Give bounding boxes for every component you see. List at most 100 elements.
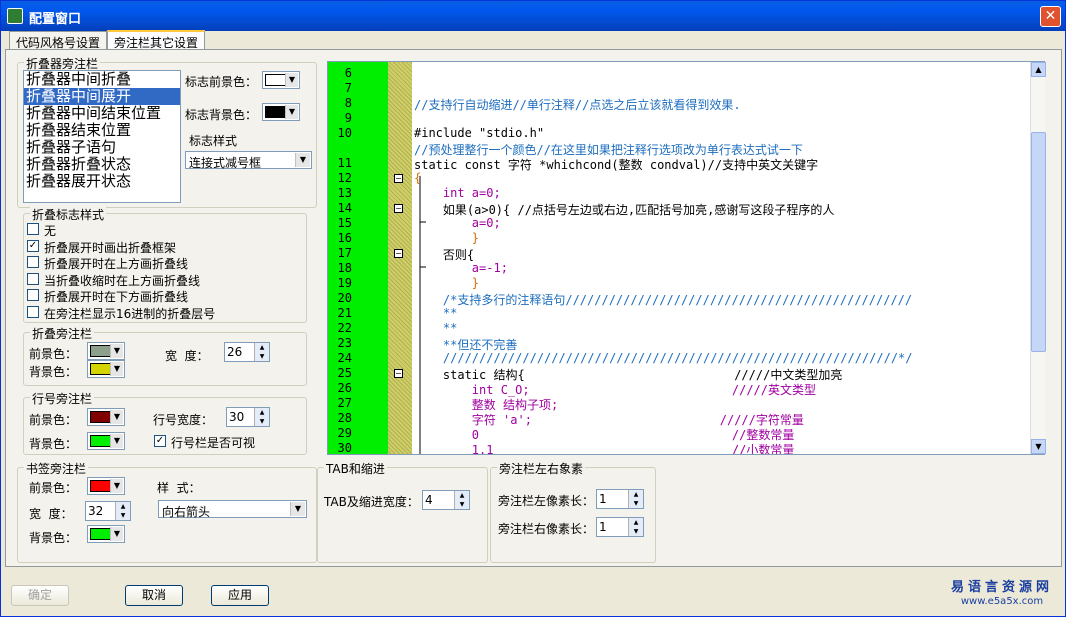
code-preview-editor[interactable]: 6 7 8 //支持行自动缩进//单行注释//点选之后立该就看得到效果. 9 10 #inc… — [327, 61, 1045, 455]
group-title: 书签旁注栏 — [24, 460, 89, 477]
line-visible-checkbox[interactable]: ✓ 行号栏是否可视 — [154, 433, 274, 450]
checkbox-icon — [27, 289, 39, 302]
ok-button[interactable]: 确定 — [11, 585, 69, 606]
fold-bg-color-picker[interactable]: ▼ — [87, 360, 125, 378]
tab-margin-settings[interactable]: 旁注栏其它设置 — [107, 30, 205, 51]
tab-width-stepper[interactable]: 4 ▲ ▼ — [422, 490, 470, 510]
fold-collapse-icon[interactable]: − — [394, 174, 403, 183]
line-bg-label: 背景色： — [29, 437, 78, 451]
line-number: 7 — [344, 81, 352, 95]
arrow-down-icon[interactable]: ▼ — [454, 500, 469, 509]
arrow-up-icon[interactable]: ▲ — [254, 408, 269, 417]
stepper-value: 30 — [229, 410, 245, 424]
fold-item[interactable]: 折叠器折叠状态 — [24, 156, 180, 173]
fold-flag-option[interactable]: 当折叠收缩时在上方画折叠线 — [27, 271, 297, 288]
flag-bg-color-picker[interactable]: ▼ — [262, 103, 300, 121]
color-swatch — [90, 480, 112, 492]
fold-flag-option[interactable]: 无 — [27, 221, 297, 238]
fold-item-list[interactable]: 折叠器中间折叠 折叠器中间展开 折叠器中间结束位置 折叠器结束位置 折叠器子语句 折叠器折… — [23, 70, 181, 203]
fold-collapse-icon[interactable]: − — [394, 204, 403, 213]
apply-button[interactable]: 应用 — [211, 585, 269, 606]
left-pixel-stepper[interactable]: 1 ▲ ▼ — [596, 489, 644, 509]
fold-item[interactable]: 折叠器结束位置 — [24, 122, 180, 139]
arrow-up-icon[interactable]: ▲ — [628, 518, 643, 527]
fold-collapse-icon[interactable]: − — [394, 249, 403, 258]
scroll-thumb[interactable] — [1031, 132, 1046, 352]
arrow-down-icon[interactable]: ▼ — [254, 417, 269, 426]
checkbox-label: 折叠展开时在上方画折叠线 — [44, 257, 189, 272]
arrow-down-icon[interactable]: ▼ — [628, 499, 643, 508]
tab-indent-group: TAB和缩进 — [317, 460, 488, 563]
code-line: 1.1 //小数常量 — [414, 443, 795, 455]
code-line: //支持行自动缩进//单行注释//点选之后立该就看得到效果. — [414, 98, 741, 112]
fold-fg-label: 前景色： — [29, 347, 78, 361]
fold-collapse-icon[interactable]: − — [394, 369, 403, 378]
stepper-value: 1 — [599, 520, 607, 534]
cancel-button[interactable]: 取消 — [125, 585, 183, 606]
fold-item[interactable]: 折叠器中间结束位置 — [24, 105, 180, 122]
code-line: ** — [414, 321, 458, 335]
bookmark-fg-color-picker[interactable]: ▼ — [87, 477, 125, 495]
line-bg-color-picker[interactable]: ▼ — [87, 432, 125, 450]
color-swatch — [90, 435, 112, 447]
arrow-down-icon[interactable]: ▼ — [254, 352, 269, 361]
group-title: 折叠旁注栏 — [30, 325, 95, 342]
watermark-name: 易语言资源网 — [951, 580, 1054, 595]
line-number: 8 — [344, 96, 352, 110]
flag-fg-color-picker[interactable]: ▼ — [262, 71, 300, 89]
fold-item[interactable]: 折叠器子语句 — [24, 139, 180, 156]
code-line: ////////////////////////////////////////… — [414, 351, 913, 365]
fold-flag-option[interactable]: 折叠展开时在下方画折叠线 — [27, 287, 297, 304]
arrow-up-icon[interactable]: ▲ — [115, 502, 130, 511]
close-button[interactable]: ✕ — [1040, 6, 1061, 27]
line-number: 9 — [344, 111, 352, 125]
left-pixel-label: 旁注栏左像素长： — [498, 494, 595, 508]
check-icon: ✓ — [154, 435, 166, 447]
line-fg-color-picker[interactable]: ▼ — [87, 408, 125, 426]
watermark: 易语言资源网 www.e5a5x.com — [951, 581, 1053, 609]
scroll-up-icon[interactable]: ▲ — [1031, 62, 1046, 77]
fold-width-stepper[interactable]: 26 ▲ ▼ — [224, 342, 270, 362]
right-pixel-label: 旁注栏右像素长： — [498, 522, 595, 536]
color-swatch — [265, 106, 287, 118]
fold-item[interactable]: 折叠器中间折叠 — [24, 71, 180, 88]
fold-item[interactable]: 折叠器展开状态 — [24, 173, 180, 190]
fold-flag-option[interactable]: 在旁注栏显示16进制的折叠层号 — [27, 304, 297, 321]
arrow-up-icon[interactable]: ▲ — [454, 491, 469, 500]
code-line: static const 字符 *whichcond(整数 condval)//… — [414, 158, 819, 172]
arrow-down-icon[interactable]: ▼ — [115, 511, 130, 520]
flag-fg-label: 标志前景色： — [185, 75, 258, 89]
bookmark-width-stepper[interactable]: 32 ▲ ▼ — [85, 501, 131, 521]
bookmark-style-select[interactable]: 向右箭头 ▼ — [158, 500, 307, 519]
color-swatch — [90, 345, 112, 357]
code-line: int a=0; — [414, 186, 501, 200]
vertical-scrollbar[interactable]: ▲ ▼ — [1030, 62, 1046, 454]
fold-bg-label: 背景色： — [29, 365, 78, 379]
bookmark-style-label: 样 式： — [157, 481, 201, 495]
fold-item[interactable]: 折叠器中间展开 — [24, 88, 180, 105]
line-width-stepper[interactable]: 30 ▲ ▼ — [226, 407, 270, 427]
line-fg-label: 前景色： — [29, 413, 78, 427]
tab-code-style[interactable]: 代码风格号设置 — [9, 31, 107, 50]
right-pixel-stepper[interactable]: 1 ▲ ▼ — [596, 517, 644, 537]
config-window: 配置窗口 ✕ 代码风格号设置 旁注栏其它设置 折叠器旁注栏 折叠器中间折叠 折叠器… — [0, 0, 1066, 617]
fold-fg-color-picker[interactable]: ▼ — [87, 342, 125, 360]
group-title: 行号旁注栏 — [30, 390, 95, 407]
code-line: { — [414, 171, 422, 185]
bookmark-bg-color-picker[interactable]: ▼ — [87, 525, 125, 543]
fold-flag-option[interactable]: 折叠展开时在上方画折叠线 — [27, 254, 297, 272]
checkbox-label: 折叠展开时画出折叠框架 — [44, 240, 177, 255]
arrow-down-icon[interactable]: ▼ — [628, 527, 643, 536]
scroll-down-icon[interactable]: ▼ — [1031, 439, 1046, 454]
checkbox-icon — [27, 256, 39, 269]
fold-flag-option[interactable]: ✓ 折叠展开时画出折叠框架 — [27, 238, 297, 255]
arrow-up-icon[interactable]: ▲ — [254, 343, 269, 352]
color-swatch — [90, 411, 112, 423]
checkbox-label: 行号栏是否可视 — [171, 436, 256, 450]
flag-style-select[interactable]: 连接式减号框 ▼ — [185, 151, 312, 170]
title-bar[interactable]: 配置窗口 ✕ — [1, 1, 1065, 31]
arrow-up-icon[interactable]: ▲ — [628, 490, 643, 499]
color-swatch — [90, 363, 112, 375]
code-line: a=0; — [414, 216, 501, 230]
line-number: 26 — [337, 381, 352, 395]
